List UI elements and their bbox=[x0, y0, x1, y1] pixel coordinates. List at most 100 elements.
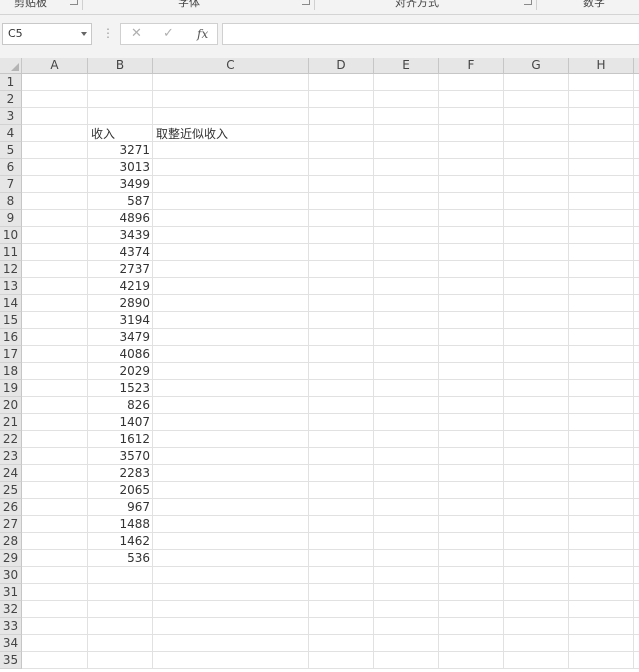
column-gridline bbox=[503, 74, 504, 669]
cell-b23-income[interactable]: 3570 bbox=[88, 448, 153, 464]
row-header-16[interactable]: 16 bbox=[0, 329, 22, 346]
cell-b21-income[interactable]: 1407 bbox=[88, 414, 153, 430]
row-header-21[interactable]: 21 bbox=[0, 414, 22, 431]
cell-b5-income[interactable]: 3271 bbox=[88, 142, 153, 158]
row-header-9[interactable]: 9 bbox=[0, 210, 22, 227]
row-header-20[interactable]: 20 bbox=[0, 397, 22, 414]
row-gridline bbox=[22, 107, 639, 108]
cell-b6-income[interactable]: 3013 bbox=[88, 159, 153, 175]
column-header-h[interactable]: H bbox=[569, 58, 634, 74]
row-header-3[interactable]: 3 bbox=[0, 108, 22, 125]
clipboard-dialog-launcher-icon[interactable] bbox=[70, 0, 78, 5]
alignment-dialog-launcher-icon[interactable] bbox=[524, 0, 532, 5]
cell-b26-income[interactable]: 967 bbox=[88, 499, 153, 515]
row-header-19[interactable]: 19 bbox=[0, 380, 22, 397]
row-header-13[interactable]: 13 bbox=[0, 278, 22, 295]
cell-b12-income[interactable]: 2737 bbox=[88, 261, 153, 277]
cell-b15-income[interactable]: 3194 bbox=[88, 312, 153, 328]
cell-b4-income-header[interactable]: 收入 bbox=[88, 126, 153, 142]
row-header-4[interactable]: 4 bbox=[0, 125, 22, 142]
cell-b8-income[interactable]: 587 bbox=[88, 193, 153, 209]
column-header-a[interactable]: A bbox=[22, 58, 88, 74]
row-header-22[interactable]: 22 bbox=[0, 431, 22, 448]
cell-b20-income[interactable]: 826 bbox=[88, 397, 153, 413]
column-gridline bbox=[568, 74, 569, 669]
ribbon-group-clipboard: 剪贴板 bbox=[14, 0, 47, 9]
row-header-10[interactable]: 10 bbox=[0, 227, 22, 244]
row-header-18[interactable]: 18 bbox=[0, 363, 22, 380]
cell-b25-income[interactable]: 2065 bbox=[88, 482, 153, 498]
insert-function-button[interactable]: fx bbox=[197, 27, 208, 41]
row-header-14[interactable]: 14 bbox=[0, 295, 22, 312]
row-header-25[interactable]: 25 bbox=[0, 482, 22, 499]
row-header-34[interactable]: 34 bbox=[0, 635, 22, 652]
row-header-31[interactable]: 31 bbox=[0, 584, 22, 601]
select-all-button[interactable] bbox=[0, 58, 22, 74]
cell-b16-income[interactable]: 3479 bbox=[88, 329, 153, 345]
row-header-15[interactable]: 15 bbox=[0, 312, 22, 329]
cell-b7-income[interactable]: 3499 bbox=[88, 176, 153, 192]
row-header-11[interactable]: 11 bbox=[0, 244, 22, 261]
cell-b22-income[interactable]: 1612 bbox=[88, 431, 153, 447]
row-gridline bbox=[22, 600, 639, 601]
row-header-29[interactable]: 29 bbox=[0, 550, 22, 567]
column-header-partial[interactable] bbox=[634, 58, 639, 74]
font-dialog-launcher-icon[interactable] bbox=[302, 0, 310, 5]
ribbon-separator bbox=[536, 0, 537, 10]
ribbon-separator bbox=[82, 0, 83, 10]
cancel-icon[interactable]: ✕ bbox=[131, 26, 142, 41]
formula-input[interactable] bbox=[222, 23, 639, 45]
column-gridline bbox=[438, 74, 439, 669]
cell-b14-income[interactable]: 2890 bbox=[88, 295, 153, 311]
cell-b29-income[interactable]: 536 bbox=[88, 550, 153, 566]
cell-b18-income[interactable]: 2029 bbox=[88, 363, 153, 379]
name-box[interactable]: C5 bbox=[2, 23, 92, 45]
row-gridline bbox=[22, 124, 639, 125]
column-header-g[interactable]: G bbox=[504, 58, 569, 74]
column-header-b[interactable]: B bbox=[88, 58, 153, 74]
row-header-17[interactable]: 17 bbox=[0, 346, 22, 363]
ribbon-separator bbox=[314, 0, 315, 10]
row-header-12[interactable]: 12 bbox=[0, 261, 22, 278]
cell-b19-income[interactable]: 1523 bbox=[88, 380, 153, 396]
row-header-24[interactable]: 24 bbox=[0, 465, 22, 482]
formula-bar: C5 ⋮ ✕ ✓ fx bbox=[0, 15, 639, 58]
row-header-35[interactable]: 35 bbox=[0, 652, 22, 669]
row-gridline bbox=[22, 566, 639, 567]
row-header-28[interactable]: 28 bbox=[0, 533, 22, 550]
row-header-26[interactable]: 26 bbox=[0, 499, 22, 516]
row-header-30[interactable]: 30 bbox=[0, 567, 22, 584]
name-box-value: C5 bbox=[8, 27, 23, 40]
cell-b27-income[interactable]: 1488 bbox=[88, 516, 153, 532]
column-header-f[interactable]: F bbox=[439, 58, 504, 74]
ribbon-group-font: 字体 bbox=[178, 0, 200, 9]
cell-b13-income[interactable]: 4219 bbox=[88, 278, 153, 294]
more-options-icon[interactable]: ⋮ bbox=[102, 26, 114, 40]
cell-b9-income[interactable]: 4896 bbox=[88, 210, 153, 226]
row-gridline bbox=[22, 634, 639, 635]
column-header-d[interactable]: D bbox=[309, 58, 374, 74]
row-header-5[interactable]: 5 bbox=[0, 142, 22, 159]
ribbon-group-labels: 剪贴板 字体 对齐方式 数字 bbox=[0, 0, 639, 15]
chevron-down-icon[interactable] bbox=[81, 32, 87, 36]
row-header-8[interactable]: 8 bbox=[0, 193, 22, 210]
check-icon[interactable]: ✓ bbox=[163, 26, 174, 41]
row-header-27[interactable]: 27 bbox=[0, 516, 22, 533]
column-gridline bbox=[373, 74, 374, 669]
formula-buttons: ✕ ✓ fx bbox=[120, 23, 218, 45]
column-header-c[interactable]: C bbox=[153, 58, 309, 74]
row-header-2[interactable]: 2 bbox=[0, 91, 22, 108]
row-header-33[interactable]: 33 bbox=[0, 618, 22, 635]
row-header-32[interactable]: 32 bbox=[0, 601, 22, 618]
cell-b11-income[interactable]: 4374 bbox=[88, 244, 153, 260]
cell-b28-income[interactable]: 1462 bbox=[88, 533, 153, 549]
cell-b10-income[interactable]: 3439 bbox=[88, 227, 153, 243]
row-header-23[interactable]: 23 bbox=[0, 448, 22, 465]
cell-b24-income[interactable]: 2283 bbox=[88, 465, 153, 481]
row-header-1[interactable]: 1 bbox=[0, 74, 22, 91]
cell-b17-income[interactable]: 4086 bbox=[88, 346, 153, 362]
column-header-e[interactable]: E bbox=[374, 58, 439, 74]
row-header-7[interactable]: 7 bbox=[0, 176, 22, 193]
row-header-6[interactable]: 6 bbox=[0, 159, 22, 176]
cell-c4-rounded-income-header[interactable]: 取整近似收入 bbox=[153, 126, 309, 142]
